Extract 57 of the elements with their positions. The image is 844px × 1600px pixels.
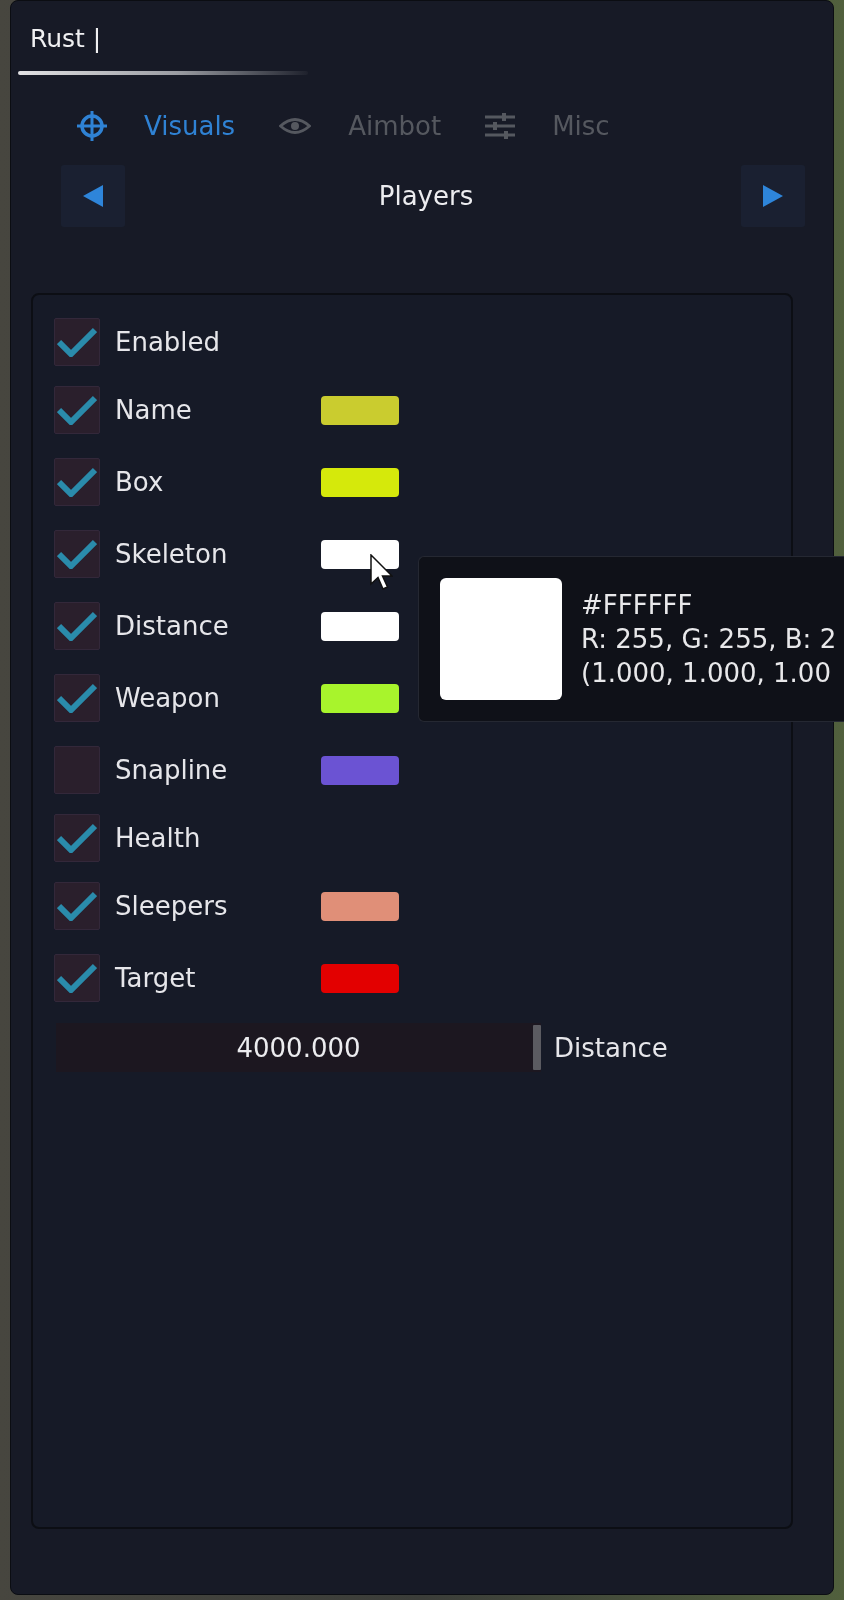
color-swatch-icon[interactable] [321,683,399,713]
rgb-value: R: 255, G: 255, B: 2 [581,623,837,656]
checkmark-icon [57,611,97,641]
checkmark-icon [57,467,97,497]
mouse-pointer-icon [370,554,393,590]
checkmark-icon [57,539,97,569]
option-label: Sleepers [115,890,229,922]
checkbox[interactable] [54,458,100,506]
option-label: Enabled [115,326,222,358]
tab[interactable]: Misc [485,110,610,142]
checkbox[interactable] [54,882,100,930]
checkmark-icon [57,327,97,357]
checkbox[interactable] [54,318,100,366]
checkbox[interactable] [54,674,100,722]
tab[interactable]: Aimbot [279,110,442,142]
checkbox[interactable] [54,602,100,650]
slider-value: 4000.000 [236,1031,361,1064]
option-label: Distance [115,610,230,642]
slider-grab[interactable] [533,1025,541,1070]
option-label: Health [115,822,202,854]
triangle-right-icon [763,185,783,207]
category-title: Players [377,180,475,212]
option-label: Target [115,962,197,994]
window-title: Rust | [30,24,102,54]
triangle-left-icon [83,185,103,207]
color-swatch-icon[interactable] [321,395,399,425]
checkmark-icon [57,395,97,425]
crosshair-icon [77,111,107,141]
color-swatch-icon[interactable] [321,891,399,921]
checkmark-icon [57,963,97,993]
color-swatch-icon[interactable] [321,467,399,497]
color-swatch-icon[interactable] [321,963,399,993]
slider-track[interactable]: 4000.000 [56,1023,541,1072]
option-label: Weapon [115,682,221,714]
next-button[interactable] [741,165,805,227]
checkmark-icon [57,891,97,921]
color-swatch-icon[interactable] [321,611,399,641]
checkbox[interactable] [54,814,100,862]
checkbox[interactable] [54,530,100,578]
eye-icon [279,116,312,136]
option-label: Snapline [115,754,229,786]
checkmark-icon [57,683,97,713]
tab[interactable]: Visuals [77,110,236,142]
sliders-icon [485,113,516,139]
checkbox[interactable] [54,954,100,1002]
color-swatch-icon[interactable] [321,539,399,569]
slider-label: Distance [554,1031,668,1064]
option-label: Name [115,394,193,426]
hex-value: #FFFFFF [581,589,694,622]
checkbox[interactable] [54,746,100,794]
normalized-value: (1.000, 1.000, 1.00 [581,657,832,690]
option-label: Skeleton [115,538,229,570]
option-label: Box [115,466,165,498]
checkbox[interactable] [54,386,100,434]
color-swatch-icon[interactable] [321,755,399,785]
checkmark-icon [57,823,97,853]
previous-button[interactable] [61,165,125,227]
